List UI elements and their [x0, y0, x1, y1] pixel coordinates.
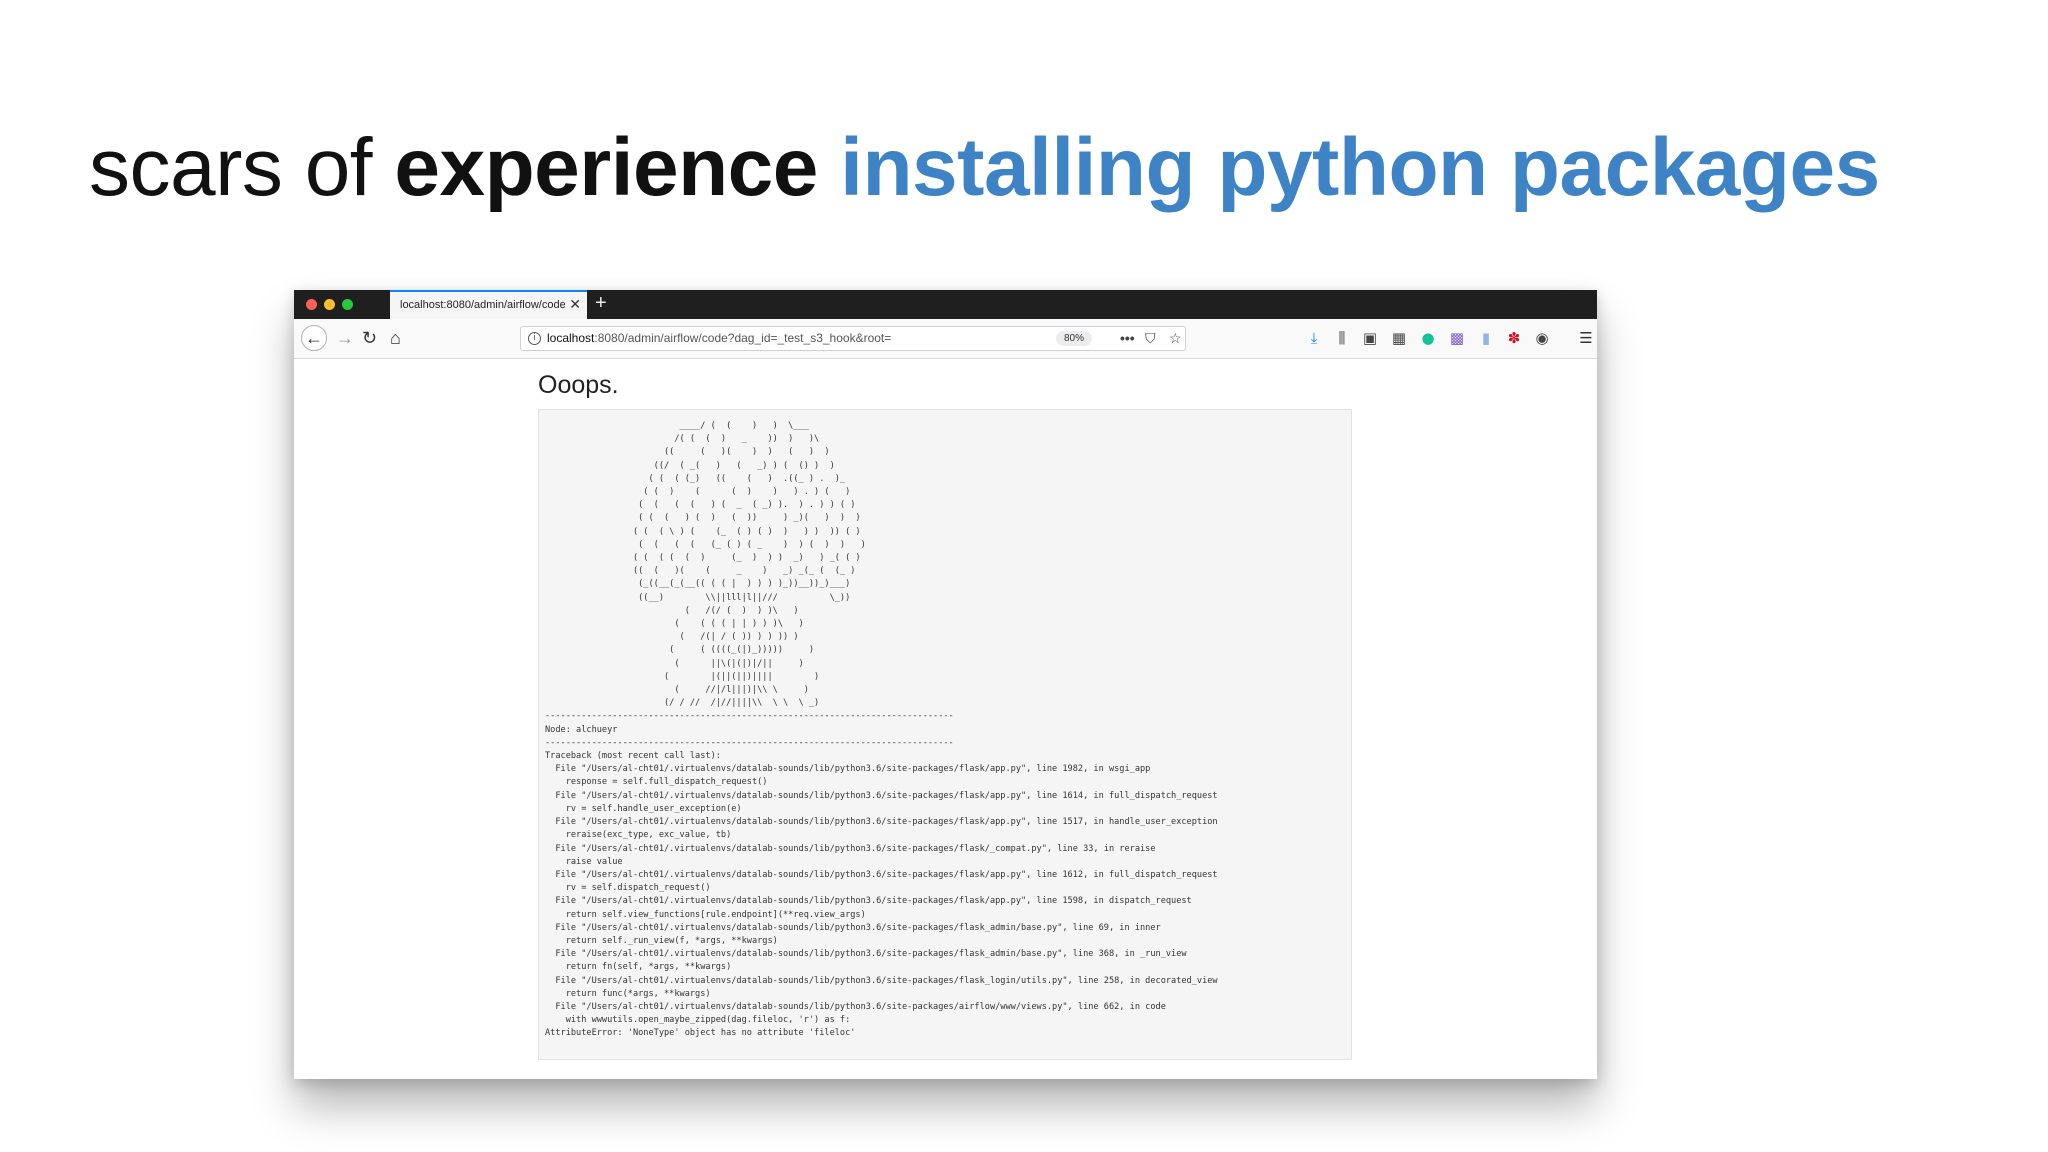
download-icon[interactable]: ⤓: [1304, 328, 1324, 348]
extension-purple-icon[interactable]: ▩: [1447, 328, 1467, 348]
back-button[interactable]: ←: [301, 325, 327, 351]
extension-red-icon[interactable]: ✽: [1504, 328, 1524, 348]
slide-title-part-accent: installing python packages: [817, 122, 1880, 213]
window-maximize-button[interactable]: [342, 299, 353, 310]
tab-title: localhost:8080/admin/airflow/code?: [400, 299, 565, 311]
error-traceback: ____/ ( ( ) ) \___ /( ( ( ) _ )) ) )\ ((…: [538, 409, 1352, 1060]
tab-close-icon[interactable]: ✕: [569, 296, 581, 313]
page-actions-icon[interactable]: •••: [1120, 330, 1135, 346]
slide-title-part-plain: scars of: [89, 122, 395, 213]
slide-title-part-bold: experience: [394, 122, 818, 213]
active-tab[interactable]: localhost:8080/admin/airflow/code? ✕: [390, 290, 587, 319]
grammarly-icon[interactable]: ●: [1418, 328, 1438, 348]
home-button[interactable]: ⌂: [390, 328, 401, 348]
site-info-icon[interactable]: i: [528, 332, 541, 345]
error-heading: Ooops.: [538, 371, 619, 399]
extension-grid-icon[interactable]: ▦: [1389, 328, 1409, 348]
browser-window: localhost:8080/admin/airflow/code? ✕ + ←…: [294, 290, 1597, 1079]
url-path: :8080/admin/airflow/code?dag_id=_test_s3…: [594, 331, 892, 345]
pocket-icon[interactable]: ⛉: [1145, 330, 1156, 347]
account-icon[interactable]: ◉: [1532, 328, 1552, 348]
library-icon[interactable]: ⫼: [1332, 328, 1352, 348]
navigation-toolbar: ← → ↻ ⌂ i localhost:8080/admin/airflow/c…: [294, 319, 1597, 359]
url-host: localhost: [547, 331, 595, 345]
extension-blue-icon[interactable]: ▮: [1476, 328, 1496, 348]
new-tab-button[interactable]: +: [595, 292, 607, 315]
window-minimize-button[interactable]: [324, 299, 335, 310]
reload-button[interactable]: ↻: [362, 328, 377, 348]
zoom-level-badge[interactable]: 80%: [1056, 331, 1092, 346]
slide-title: scars of experience installing python pa…: [89, 118, 1880, 218]
menu-icon[interactable]: ☰: [1576, 328, 1596, 348]
forward-button[interactable]: →: [336, 328, 354, 348]
page-content: Ooops. ____/ ( ( ) ) \___ /( ( ( ) _ )) …: [294, 359, 1597, 1079]
url-text[interactable]: localhost:8080/admin/airflow/code?dag_id…: [547, 331, 1047, 345]
url-bar[interactable]: i localhost:8080/admin/airflow/code?dag_…: [520, 326, 1186, 351]
sidebar-icon[interactable]: ▣: [1360, 328, 1380, 348]
window-close-button[interactable]: [306, 299, 317, 310]
tab-strip: localhost:8080/admin/airflow/code? ✕ +: [294, 290, 1597, 319]
bookmark-star-icon[interactable]: ☆: [1169, 330, 1182, 347]
